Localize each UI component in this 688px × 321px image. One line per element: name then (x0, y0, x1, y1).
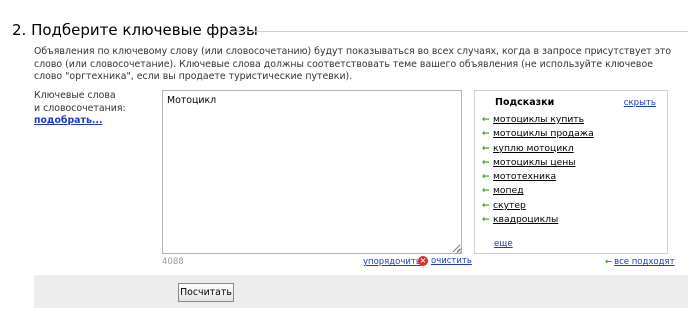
arrow-left-icon: ← (482, 186, 490, 197)
keywords-label-line1: Ключевые слова (34, 90, 116, 101)
title-divider (228, 31, 688, 32)
clear-link[interactable]: очистить (431, 256, 472, 266)
hint-list: ← мотоциклы купить ← мотоциклы продажа ← ку… (482, 113, 594, 227)
hide-hints-link[interactable]: скрыть (624, 98, 656, 108)
calculate-button[interactable]: Посчитать (178, 283, 234, 302)
arrow-left-icon: ← (482, 157, 490, 168)
hint-item[interactable]: ← скутер (482, 199, 594, 213)
char-counter: 4088 (162, 257, 184, 267)
arrow-left-icon: ← (482, 200, 490, 211)
hint-item[interactable]: ← мототехника (482, 170, 594, 184)
clear-control[interactable]: × очистить (418, 256, 472, 267)
hint-item[interactable]: ← мопед (482, 184, 594, 198)
pick-keywords-link[interactable]: подобрать... (34, 115, 126, 128)
sort-link[interactable]: упорядочить (363, 257, 421, 267)
resize-grip-icon[interactable] (455, 247, 462, 254)
hint-text[interactable]: скутер (493, 200, 526, 211)
hint-text[interactable]: куплю мотоцикл (493, 143, 574, 154)
arrow-left-icon: ← (482, 215, 490, 226)
hint-item[interactable]: ← мотоциклы цены (482, 156, 594, 170)
clear-icon[interactable]: × (418, 256, 428, 266)
hint-item[interactable]: ← мотоциклы продажа (482, 127, 594, 141)
arrow-left-icon: ← (605, 257, 613, 267)
hint-item[interactable]: ← мотоциклы купить (482, 113, 594, 127)
more-hints-link[interactable]: еще (494, 239, 513, 249)
footer-bar (34, 275, 688, 308)
section-title: 2. Подберите ключевые фразы (12, 21, 258, 39)
section-description: Объявления по ключевому слову (или слово… (34, 46, 672, 82)
keywords-label: Ключевые слова и словосочетания: подобра… (34, 90, 126, 128)
hint-text[interactable]: мотоциклы купить (493, 114, 584, 125)
all-fit-control[interactable]: ← все подходят (605, 257, 675, 267)
hint-text[interactable]: мототехника (493, 171, 556, 182)
hint-text[interactable]: мотоциклы продажа (493, 128, 594, 139)
keywords-textarea[interactable]: Мотоцикл (162, 90, 462, 254)
hint-item[interactable]: ← квадроциклы (482, 213, 594, 227)
hint-text[interactable]: мопед (493, 185, 524, 196)
hints-panel: Подсказки скрыть ← мотоциклы купить ← мото… (474, 90, 668, 254)
arrow-left-icon: ← (482, 172, 490, 183)
keywords-label-line2: и словосочетания: (34, 102, 126, 114)
arrow-left-icon: ← (482, 129, 490, 140)
hints-title: Подсказки (495, 97, 555, 108)
hint-text[interactable]: квадроциклы (493, 214, 558, 225)
hint-text[interactable]: мотоциклы цены (493, 157, 576, 168)
arrow-left-icon: ← (482, 115, 490, 125)
all-fit-link[interactable]: все подходят (614, 257, 674, 267)
hint-item[interactable]: ← куплю мотоцикл (482, 142, 594, 156)
arrow-left-icon: ← (482, 143, 490, 154)
